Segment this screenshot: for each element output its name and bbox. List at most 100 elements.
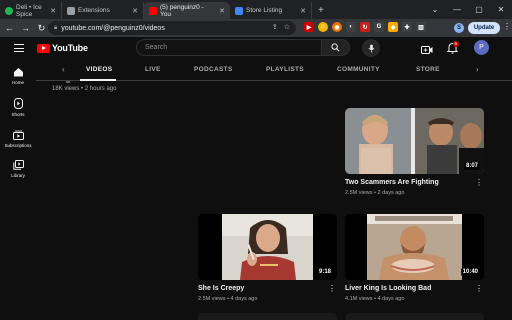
extension-icon[interactable]: ◉ bbox=[332, 22, 342, 32]
extension-icon[interactable]: ☺ bbox=[318, 22, 328, 32]
extension-icon[interactable]: ↻ bbox=[360, 22, 370, 32]
rail-label: Library bbox=[11, 173, 25, 178]
video-meta: 4.1M views • 4 days ago bbox=[345, 296, 405, 302]
youtube-wordmark: YouTube bbox=[52, 43, 88, 53]
youtube-masthead: YouTube Search 5 P bbox=[0, 37, 512, 59]
video-meta: 2.5M views • 2 days ago bbox=[345, 190, 405, 196]
more-options-icon[interactable]: ⋮ bbox=[475, 178, 483, 187]
voice-search-button[interactable] bbox=[362, 39, 380, 57]
search-icon bbox=[331, 43, 340, 52]
rail-item-library[interactable]: Library bbox=[0, 160, 36, 178]
video-card[interactable]: 9:18 She Is Creepy 2.5M views • 4 days a… bbox=[198, 214, 338, 304]
notification-count-badge: 5 bbox=[453, 41, 459, 47]
update-button[interactable]: Update bbox=[468, 22, 500, 34]
minimize-icon[interactable]: — bbox=[446, 0, 468, 19]
chevron-right-icon[interactable]: › bbox=[476, 65, 479, 74]
microphone-icon bbox=[368, 44, 374, 52]
browser-profile-avatar[interactable]: S bbox=[454, 23, 464, 33]
rail-item-subscriptions[interactable]: Subscriptions bbox=[0, 130, 36, 148]
search-button[interactable] bbox=[322, 39, 350, 56]
close-icon[interactable]: ✕ bbox=[132, 7, 138, 15]
video-thumbnail[interactable]: 8:07 bbox=[345, 108, 484, 174]
tab-label: Deli • Ice Spice bbox=[16, 3, 42, 18]
video-title[interactable]: She Is Creepy bbox=[198, 285, 244, 292]
rail-item-shorts[interactable]: Shorts bbox=[0, 98, 36, 117]
video-title[interactable]: Two Scammers Are Fighting bbox=[345, 179, 439, 186]
video-thumbnail[interactable]: 10:40 bbox=[345, 214, 484, 280]
tab-live[interactable]: LIVE bbox=[145, 66, 161, 73]
create-video-icon[interactable] bbox=[421, 42, 433, 60]
browser-tab-store-listing[interactable]: Store Listing ✕ bbox=[230, 2, 312, 19]
puzzle-icon bbox=[67, 6, 75, 15]
youtube-logo[interactable]: YouTube bbox=[37, 43, 88, 53]
extension-icon[interactable]: ▶ bbox=[304, 22, 314, 32]
youtube-play-icon bbox=[37, 43, 50, 53]
puzzle-icon[interactable]: ✚ bbox=[402, 22, 412, 32]
video-duration: 8:07 bbox=[463, 162, 480, 170]
lock-icon: 🔒︎ bbox=[54, 24, 58, 31]
tab-podcasts[interactable]: PODCASTS bbox=[194, 66, 233, 73]
reload-icon[interactable]: ↻ bbox=[35, 22, 48, 35]
url-text: youtube.com/@penguinz0/videos bbox=[61, 24, 165, 32]
browser-tab-spotify[interactable]: Deli • Ice Spice ✕ bbox=[0, 2, 62, 19]
video-meta: 2.5M views • 4 days ago bbox=[198, 296, 258, 302]
home-icon bbox=[13, 68, 23, 77]
extension-icon[interactable]: ◐ bbox=[346, 22, 356, 32]
rail-label: Home bbox=[11, 80, 24, 85]
back-icon[interactable]: ← bbox=[3, 22, 16, 35]
new-tab-button[interactable]: + bbox=[312, 2, 330, 19]
extensions-row: ▶ ☺ ◉ ◐ ↻ G ◆ ✚ ▥ bbox=[304, 22, 426, 32]
search-input[interactable]: Search bbox=[136, 39, 322, 56]
forward-icon[interactable]: → bbox=[19, 22, 32, 35]
close-icon[interactable]: ✕ bbox=[219, 7, 225, 15]
previous-video-title-fragment bbox=[66, 81, 70, 83]
browser-tab-strip: Deli • Ice Spice ✕ Extensions ✕ (5) peng… bbox=[0, 0, 512, 19]
rail-label: Subscriptions bbox=[4, 143, 32, 148]
library-icon bbox=[12, 160, 24, 170]
sidebar-icon[interactable]: ▥ bbox=[416, 22, 426, 32]
youtube-favicon-icon bbox=[149, 6, 157, 15]
browser-tab-youtube[interactable]: (5) penguinz0 - You ✕ bbox=[144, 2, 230, 19]
chevron-left-icon[interactable]: ‹ bbox=[62, 65, 65, 74]
extension-icon[interactable]: G bbox=[374, 22, 384, 32]
maximize-icon[interactable]: ▢ bbox=[468, 0, 490, 19]
store-icon bbox=[235, 6, 243, 15]
video-thumbnail-partial[interactable] bbox=[198, 313, 337, 320]
video-thumbnail-partial[interactable] bbox=[345, 313, 484, 320]
rail-label: Shorts bbox=[11, 112, 25, 117]
shorts-icon bbox=[13, 98, 23, 109]
tab-store[interactable]: STORE bbox=[416, 66, 440, 73]
video-duration: 10:40 bbox=[460, 268, 480, 276]
bookmark-star-icon[interactable]: ☆ bbox=[284, 23, 290, 31]
subscriptions-icon bbox=[12, 130, 24, 140]
more-options-icon[interactable]: ⋮ bbox=[328, 284, 336, 293]
browser-menu-icon[interactable]: ⋮ bbox=[503, 22, 511, 31]
hamburger-menu-icon[interactable] bbox=[14, 44, 24, 52]
spotify-icon bbox=[5, 6, 13, 15]
previous-video-meta: 18K views • 2 hours ago bbox=[52, 86, 117, 92]
search-placeholder: Search bbox=[145, 44, 168, 51]
account-avatar[interactable]: P bbox=[474, 40, 489, 55]
video-card[interactable]: 8:07 Two Scammers Are Fighting 2.5M view… bbox=[345, 108, 485, 198]
share-icon[interactable]: ⇪ bbox=[272, 23, 278, 31]
close-icon[interactable]: ✕ bbox=[50, 7, 56, 15]
tab-search-icon[interactable]: ⌄ bbox=[424, 0, 446, 19]
channel-tabs: ‹ VIDEOS LIVE PODCASTS PLAYLISTS COMMUNI… bbox=[36, 59, 512, 81]
close-icon[interactable]: ✕ bbox=[300, 7, 306, 15]
video-card[interactable]: 10:40 Liver King Is Looking Bad 4.1M vie… bbox=[345, 214, 485, 304]
tab-label: (5) penguinz0 - You bbox=[160, 3, 204, 18]
video-thumbnail[interactable]: 9:18 bbox=[198, 214, 337, 280]
tab-playlists[interactable]: PLAYLISTS bbox=[266, 66, 304, 73]
rail-item-home[interactable]: Home bbox=[0, 67, 36, 85]
tab-videos[interactable]: VIDEOS bbox=[86, 66, 112, 73]
window-controls: ⌄ — ▢ ✕ bbox=[424, 0, 512, 19]
address-bar[interactable]: 🔒︎ youtube.com/@penguinz0/videos ⇪ ☆ bbox=[48, 21, 296, 35]
browser-tab-extensions[interactable]: Extensions ✕ bbox=[62, 2, 144, 19]
video-duration: 9:18 bbox=[316, 268, 333, 276]
close-window-icon[interactable]: ✕ bbox=[490, 0, 512, 19]
extension-icon[interactable]: ◆ bbox=[388, 22, 398, 32]
tab-community[interactable]: COMMUNITY bbox=[337, 66, 380, 73]
browser-toolbar: ← → ↻ 🔒︎ youtube.com/@penguinz0/videos ⇪… bbox=[0, 19, 512, 37]
more-options-icon[interactable]: ⋮ bbox=[475, 284, 483, 293]
video-title[interactable]: Liver King Is Looking Bad bbox=[345, 285, 431, 292]
